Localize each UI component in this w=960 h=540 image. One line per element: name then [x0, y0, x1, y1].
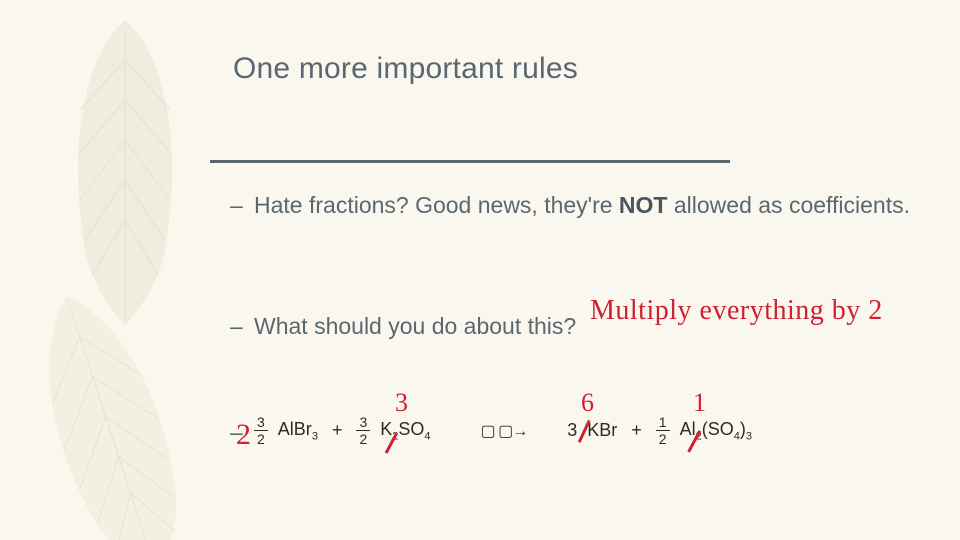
product-2: Al2(SO4)3	[680, 419, 752, 443]
plus-2: +	[631, 420, 642, 441]
chemical-equation: – 3 2 AlBr3 + 3 2 K2SO4 ▢ ▢→ 3 KBr + 1 2	[254, 415, 752, 446]
coef-2-num: 3	[356, 415, 370, 431]
body: – Hate fractions? Good news, they're NOT…	[230, 190, 920, 352]
coef-2: 3 2	[356, 415, 370, 446]
coef-2-den: 2	[359, 431, 367, 446]
product-1: KBr	[587, 420, 617, 441]
plus-1: +	[332, 420, 343, 441]
reactant-2: K2SO4	[380, 419, 430, 443]
title-rule	[210, 160, 730, 163]
yield-arrow: ▢ ▢→	[481, 421, 528, 441]
coef-4: 1 2	[656, 415, 670, 446]
annotation-coef-2: 3	[395, 388, 408, 418]
reactant-1: AlBr3	[278, 419, 318, 443]
annotation-coef-4: 1	[693, 388, 706, 418]
coef-1: 3 2	[254, 415, 268, 446]
bullet-1-bold: NOT	[619, 192, 668, 218]
bullet-1-text: Hate fractions? Good news, they're NOT a…	[254, 190, 920, 221]
bullet-1-suffix: allowed as coefficients.	[667, 192, 910, 218]
slide-title: One more important rules	[233, 52, 578, 86]
coef-4-den: 2	[659, 431, 667, 446]
bullet-dash: –	[230, 311, 254, 342]
coef-1-num: 3	[254, 415, 268, 431]
coef-1-den: 2	[257, 431, 265, 446]
annotation-coef-3: 6	[581, 388, 594, 418]
bullet-1-prefix: Hate fractions? Good news, they're	[254, 192, 619, 218]
bullet-1: – Hate fractions? Good news, they're NOT…	[230, 190, 920, 221]
bullet-dash: –	[230, 190, 254, 221]
coef-4-num: 1	[656, 415, 670, 431]
coef-3: 3	[567, 420, 577, 441]
bullet-2: – What should you do about this?	[230, 311, 920, 342]
bullet-2-text: What should you do about this?	[254, 311, 920, 342]
bullet-dash: –	[230, 419, 243, 446]
slide: One more important rules – Hate fraction…	[0, 0, 960, 540]
